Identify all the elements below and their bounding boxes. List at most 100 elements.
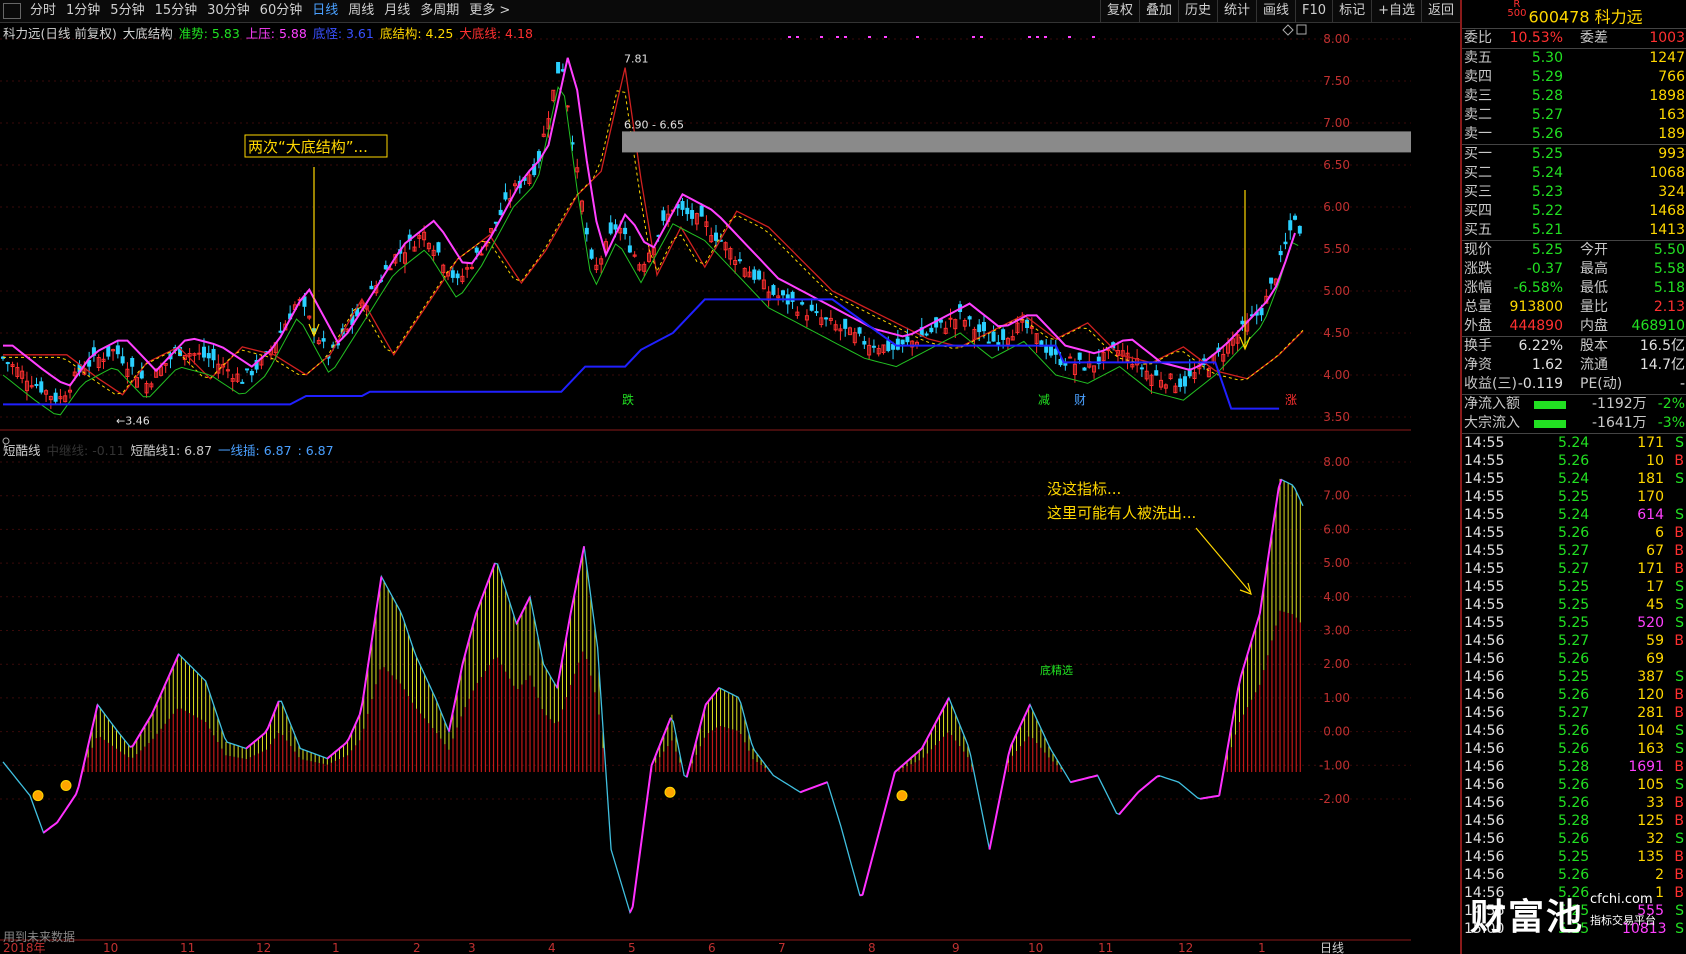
timeframe-2[interactable]: 5分钟	[105, 0, 149, 22]
kline-chart[interactable]: 6.90 - 6.65 7.81 ←3.46 两次“大底结构”... 跌 减 财 涨没这指标.…	[0, 22, 1411, 954]
tick-price: 5.25	[1558, 579, 1590, 595]
candle-body	[814, 311, 819, 314]
bid-row[interactable]: 买一 5.25 993	[1462, 145, 1686, 164]
indicator-name[interactable]: 大底结构	[123, 26, 173, 41]
tick-row: 14:56 5.26 104 S	[1462, 722, 1686, 740]
tick-side: S	[1675, 507, 1684, 523]
tick-price: 5.27	[1558, 543, 1590, 559]
tick-qty: 59	[1646, 633, 1664, 649]
sub-legend-item-1: 短酷线1: 6.87	[130, 443, 213, 458]
timeframe-8[interactable]: 月线	[379, 0, 415, 22]
timeframe-7[interactable]: 周线	[343, 0, 379, 22]
stat2-row-0: 换手 6.22% 股本 16.5亿	[1462, 337, 1686, 356]
timeframe-3[interactable]: 15分钟	[150, 0, 203, 22]
stat-row-4-label: 外盘	[1464, 318, 1492, 334]
tick-price: 5.27	[1558, 561, 1590, 577]
tick-row: 14:55 5.25 45 S	[1462, 596, 1686, 614]
candle-body	[1297, 225, 1302, 234]
tick-side: S	[1675, 669, 1684, 685]
timeframe-1[interactable]: 1分钟	[61, 0, 105, 22]
main-y-label-3: 6.50	[1323, 158, 1350, 172]
stat-row-3-value: 913800	[1509, 299, 1563, 315]
tick-qty: 45	[1646, 597, 1664, 613]
candle-body	[843, 318, 848, 329]
toolbar-button-3[interactable]: 统计	[1217, 0, 1256, 22]
candle-body	[752, 269, 757, 280]
toolbar-button-6[interactable]: 标记	[1332, 0, 1371, 22]
timeframe-0[interactable]: 分时	[25, 0, 61, 22]
flow-row-1: 大宗流入 -1641万 -3%	[1462, 414, 1686, 433]
tick-qty: 171	[1637, 435, 1664, 451]
flow-value: -1192万	[1592, 396, 1647, 412]
x-axis-label-16: 1	[1258, 941, 1266, 954]
stock-header: R 500 600478 科力远	[1462, 0, 1686, 29]
main-y-label-9: 3.50	[1323, 410, 1350, 424]
x-axis-label-11: 8	[868, 941, 876, 954]
ask-row[interactable]: 卖四 5.29 766	[1462, 68, 1686, 87]
candle-body	[737, 259, 742, 262]
toolbar-button-5[interactable]: F10	[1295, 0, 1332, 22]
weicha-value: 1003	[1649, 30, 1685, 46]
bid-row[interactable]: 买五 5.21 1413	[1462, 221, 1686, 240]
buy-signal-ball-3	[896, 790, 908, 802]
ask-price: 5.30	[1531, 50, 1563, 66]
candle-body	[857, 327, 862, 334]
timeframe-4[interactable]: 30分钟	[202, 0, 255, 22]
stat-row-2: 涨幅 -6.58% 最低 5.18	[1462, 279, 1686, 298]
x-axis-label-10: 7	[778, 941, 786, 954]
bid-row[interactable]: 买四 5.22 1468	[1462, 202, 1686, 221]
sub-annotation-arrow	[1195, 527, 1251, 593]
toolbar-button-4[interactable]: 画线	[1256, 0, 1295, 22]
signal-dot	[844, 36, 847, 38]
timeframe-9[interactable]: 多周期	[415, 0, 464, 22]
tick-qty: 135	[1637, 849, 1664, 865]
ma-red-line	[3, 67, 1304, 396]
x-axis-label-8: 5	[628, 941, 636, 954]
toolbar-button-0[interactable]: 复权	[1099, 0, 1139, 22]
candle-body	[469, 266, 474, 269]
timeframe-5[interactable]: 60分钟	[255, 0, 308, 22]
candle-body	[584, 227, 589, 235]
ask-row[interactable]: 卖三 5.28 1898	[1462, 87, 1686, 106]
candle-body	[1182, 376, 1187, 387]
ask-row[interactable]: 卖二 5.27 163	[1462, 106, 1686, 125]
bid-label: 买一	[1464, 146, 1492, 162]
timeframe-10[interactable]: 更多 >	[464, 0, 515, 22]
tick-qty: 614	[1637, 507, 1664, 523]
candle-body	[991, 331, 996, 342]
sub-y-label-6: 2.00	[1323, 657, 1350, 671]
sub-title[interactable]: 短酷线	[3, 443, 41, 458]
tick-price: 5.27	[1558, 705, 1590, 721]
tick-list[interactable]: 14:55 5.24 171 S 14:55 5.26 10 B 14:55 5.24 181 S 14…	[1462, 434, 1686, 938]
candle-body	[986, 341, 991, 344]
x-axis-label-13: 10	[1028, 941, 1043, 954]
tick-price: 5.25	[1558, 669, 1590, 685]
toolbar-button-8[interactable]: 返回	[1420, 0, 1460, 22]
tick-time: 14:55	[1464, 525, 1505, 541]
ask-row[interactable]: 卖五 5.30 1247	[1462, 49, 1686, 68]
diamond-icon	[1282, 24, 1294, 36]
timeframe-6[interactable]: 日线	[307, 0, 343, 22]
toolbar-button-1[interactable]: 叠加	[1138, 0, 1178, 22]
tick-side: B	[1674, 543, 1684, 559]
bid-qty: 993	[1658, 146, 1685, 162]
bid-row[interactable]: 买二 5.24 1068	[1462, 164, 1686, 183]
candle-body	[886, 340, 891, 352]
tick-price: 5.24	[1558, 471, 1590, 487]
menu-icon[interactable]	[3, 3, 21, 19]
toolbar-button-7[interactable]: +自选	[1371, 0, 1421, 22]
buy-signal-ball-0	[32, 790, 44, 802]
tick-row: 14:55 5.25 520 S	[1462, 614, 1686, 632]
tick-side: B	[1674, 795, 1684, 811]
tick-side: B	[1674, 453, 1684, 469]
tick-price: 5.25	[1558, 849, 1590, 865]
candle-body	[781, 290, 785, 296]
toolbar-button-2[interactable]: 历史	[1177, 0, 1217, 22]
ask-label: 卖二	[1464, 107, 1492, 123]
candle-body	[321, 338, 326, 342]
ask-row[interactable]: 卖一 5.26 189	[1462, 125, 1686, 144]
flow-label: 大宗流入	[1464, 415, 1520, 431]
bid-row[interactable]: 买三 5.23 324	[1462, 183, 1686, 202]
x-axis-label-7: 4	[548, 941, 556, 954]
main-y-label-7: 4.50	[1323, 326, 1350, 340]
